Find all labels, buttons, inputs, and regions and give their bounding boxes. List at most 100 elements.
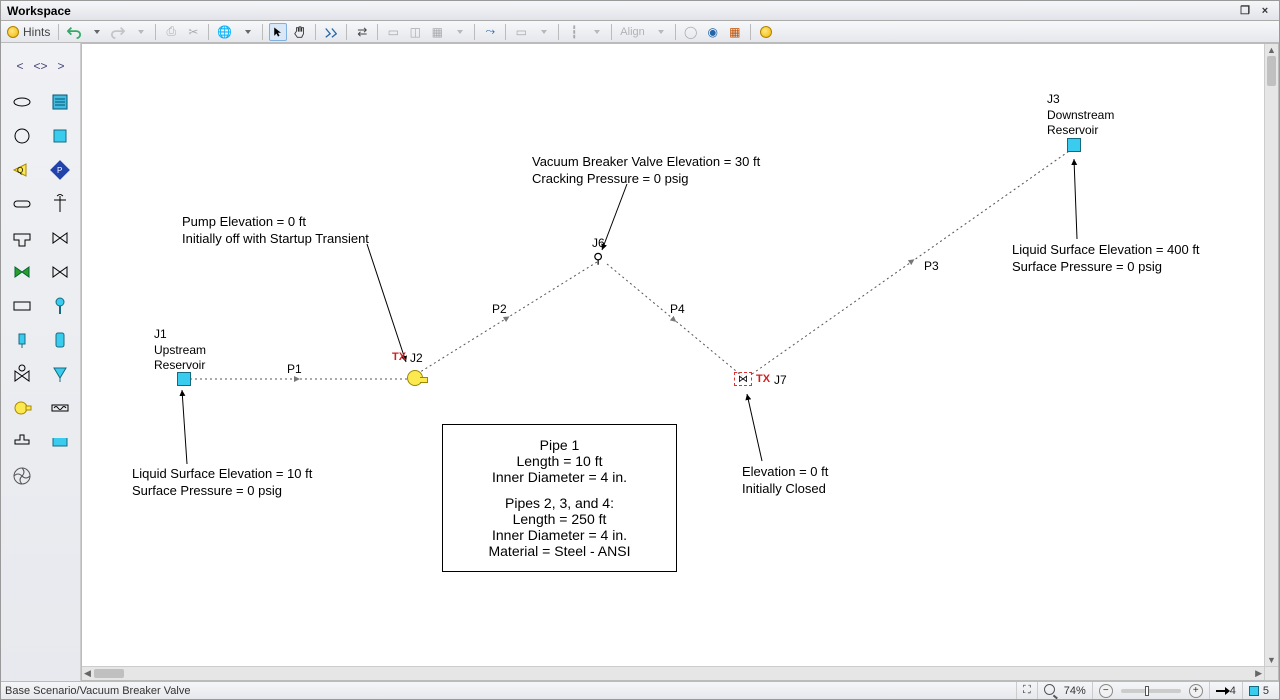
misc-button-1[interactable]: ◯ — [682, 23, 700, 41]
undo-history-dropdown[interactable] — [87, 23, 105, 41]
node-j2-tx: TX — [392, 351, 406, 363]
palette-nav: < <> > — [5, 49, 76, 83]
palette-turbine-tool[interactable] — [5, 461, 39, 491]
undo-button[interactable] — [65, 23, 83, 41]
palette-prev[interactable]: < — [16, 59, 23, 73]
distribute-dropdown[interactable] — [587, 23, 605, 41]
palette-fitting-tool[interactable] — [5, 427, 39, 457]
node-j2-label: J2 — [410, 351, 423, 367]
cut-button[interactable]: ✂ — [184, 23, 202, 41]
pipe-p1-label: P1 — [287, 362, 302, 378]
redo-button[interactable] — [109, 23, 127, 41]
palette-middle[interactable]: <> — [33, 59, 47, 73]
status-bar: Base Scenario/Vacuum Breaker Valve ⛶ 74%… — [1, 681, 1279, 699]
palette-next[interactable]: > — [58, 59, 65, 73]
annotation-j3: Liquid Surface Elevation = 400 ft Surfac… — [1012, 242, 1200, 276]
swap-button[interactable]: ⇄ — [353, 23, 371, 41]
junction-icon — [1249, 686, 1259, 696]
group-dropdown[interactable] — [534, 23, 552, 41]
palette-tank-tool[interactable] — [43, 325, 77, 355]
svg-text:P: P — [57, 166, 62, 175]
palette-tee-tool[interactable] — [5, 223, 39, 253]
node-j2-pump[interactable] — [407, 370, 423, 386]
scroll-corner — [1264, 666, 1278, 680]
help-bulb-button[interactable] — [757, 23, 775, 41]
globe-button[interactable]: 🌐 — [215, 23, 234, 41]
palette-valve2-tool[interactable] — [43, 257, 77, 287]
palette-component-2[interactable] — [5, 291, 39, 321]
palette-annotation-tool[interactable] — [43, 87, 77, 117]
horizontal-scrollbar[interactable]: ◀ ▶ — [82, 666, 1264, 680]
layout-button-1[interactable]: ▭ — [384, 23, 402, 41]
hints-label: Hints — [23, 25, 50, 39]
annotation-j6: Vacuum Breaker Valve Elevation = 30 ft C… — [532, 154, 760, 188]
vertical-scrollbar[interactable]: ▲ ▼ — [1264, 44, 1278, 666]
palette-spray-tool[interactable] — [5, 325, 39, 355]
connector-button[interactable]: ⤳ — [481, 23, 499, 41]
distribute-button[interactable]: ┇ — [565, 23, 583, 41]
palette-valve-tool[interactable] — [43, 223, 77, 253]
node-j3-reservoir[interactable] — [1067, 138, 1081, 152]
window-maximize-button[interactable]: ❐ — [1237, 4, 1253, 18]
palette-reservoir-tool[interactable] — [43, 121, 77, 151]
pipe-p4-label: P4 — [670, 302, 685, 318]
palette-hydrant-tool[interactable] — [43, 291, 77, 321]
window-close-button[interactable]: × — [1257, 4, 1273, 18]
layout-button-3[interactable]: ▦ — [428, 23, 446, 41]
svg-text:Q: Q — [17, 166, 23, 175]
print-button[interactable]: ⎙ — [162, 23, 180, 41]
main-toolbar: Hints ⎙ ✂ 🌐 ⇄ ▭ ◫ ▦ ⤳ ▭ ┇ Align ◯ ◉ ▦ — [1, 21, 1279, 43]
palette-check-valve-tool[interactable] — [5, 257, 39, 287]
redo-history-dropdown[interactable] — [131, 23, 149, 41]
zoom-slider[interactable]: − + — [1092, 682, 1209, 699]
pipe-info-box: Pipe 1 Length = 10 ft Inner Diameter = 4… — [442, 424, 677, 572]
node-j1-label: J1 Upstream Reservoir — [154, 327, 206, 374]
annotation-j2: Pump Elevation = 0 ft Initially off with… — [182, 214, 369, 248]
canvas-container: J1 Upstream Reservoir P1 TX J2 P2 J6 ⚲ P… — [81, 43, 1279, 681]
align-dropdown[interactable] — [651, 23, 669, 41]
node-j7-tx: TX — [756, 373, 770, 385]
palette-junction-tool[interactable] — [5, 121, 39, 151]
palette-control-valve-tool[interactable] — [5, 359, 39, 389]
globe-dropdown[interactable] — [238, 23, 256, 41]
palette-nozzle-tool[interactable] — [43, 359, 77, 389]
pipe-p2-label: P2 — [492, 302, 507, 318]
zoom-in-button[interactable]: + — [1189, 684, 1203, 698]
misc-button-2[interactable]: ◉ — [704, 23, 722, 41]
layout-dropdown[interactable] — [450, 23, 468, 41]
misc-button-3[interactable]: ▦ — [726, 23, 744, 41]
node-j1-reservoir[interactable] — [177, 372, 191, 386]
palette-open-channel-tool[interactable] — [43, 427, 77, 457]
node-j6-valve[interactable]: ⚲ — [593, 250, 603, 267]
tool-palette: < <> > Q P — [1, 43, 81, 681]
window-titlebar: Workspace ❐ × — [1, 1, 1279, 21]
group-button[interactable]: ▭ — [512, 23, 530, 41]
find-button[interactable] — [322, 23, 340, 41]
scenario-path: Base Scenario/Vacuum Breaker Valve — [5, 685, 190, 697]
palette-empty — [43, 461, 77, 491]
palette-pipe-tool[interactable] — [5, 87, 39, 117]
palette-pump-tool[interactable] — [5, 393, 39, 423]
node-j7-valve[interactable]: ⋈ — [734, 372, 752, 386]
junction-count: 5 — [1242, 682, 1275, 699]
zoom-out-button[interactable]: − — [1099, 684, 1113, 698]
node-j3-label: J3 Downstream Reservoir — [1047, 92, 1114, 139]
align-button[interactable]: Align — [618, 23, 646, 41]
palette-component-1[interactable] — [5, 189, 39, 219]
pipe-p3-label: P3 — [924, 259, 939, 275]
window-title: Workspace — [7, 4, 71, 18]
bulb-icon — [7, 26, 19, 38]
fit-button[interactable]: ⛶ — [1016, 682, 1037, 699]
palette-hx-tool[interactable] — [43, 393, 77, 423]
palette-q-source-tool[interactable]: Q — [5, 155, 39, 185]
annotation-j1: Liquid Surface Elevation = 10 ft Surface… — [132, 466, 312, 500]
pointer-tool[interactable] — [269, 23, 287, 41]
layout-button-2[interactable]: ◫ — [406, 23, 424, 41]
palette-p-source-tool[interactable]: P — [43, 155, 77, 185]
palette-arrow-cross-tool[interactable] — [43, 189, 77, 219]
diagram-canvas[interactable]: J1 Upstream Reservoir P1 TX J2 P2 J6 ⚲ P… — [82, 44, 1264, 666]
annotation-j7: Elevation = 0 ft Initially Closed — [742, 464, 828, 498]
pan-tool[interactable] — [291, 23, 309, 41]
magnifier-icon — [1044, 684, 1060, 698]
hints-button[interactable]: Hints — [5, 23, 52, 41]
